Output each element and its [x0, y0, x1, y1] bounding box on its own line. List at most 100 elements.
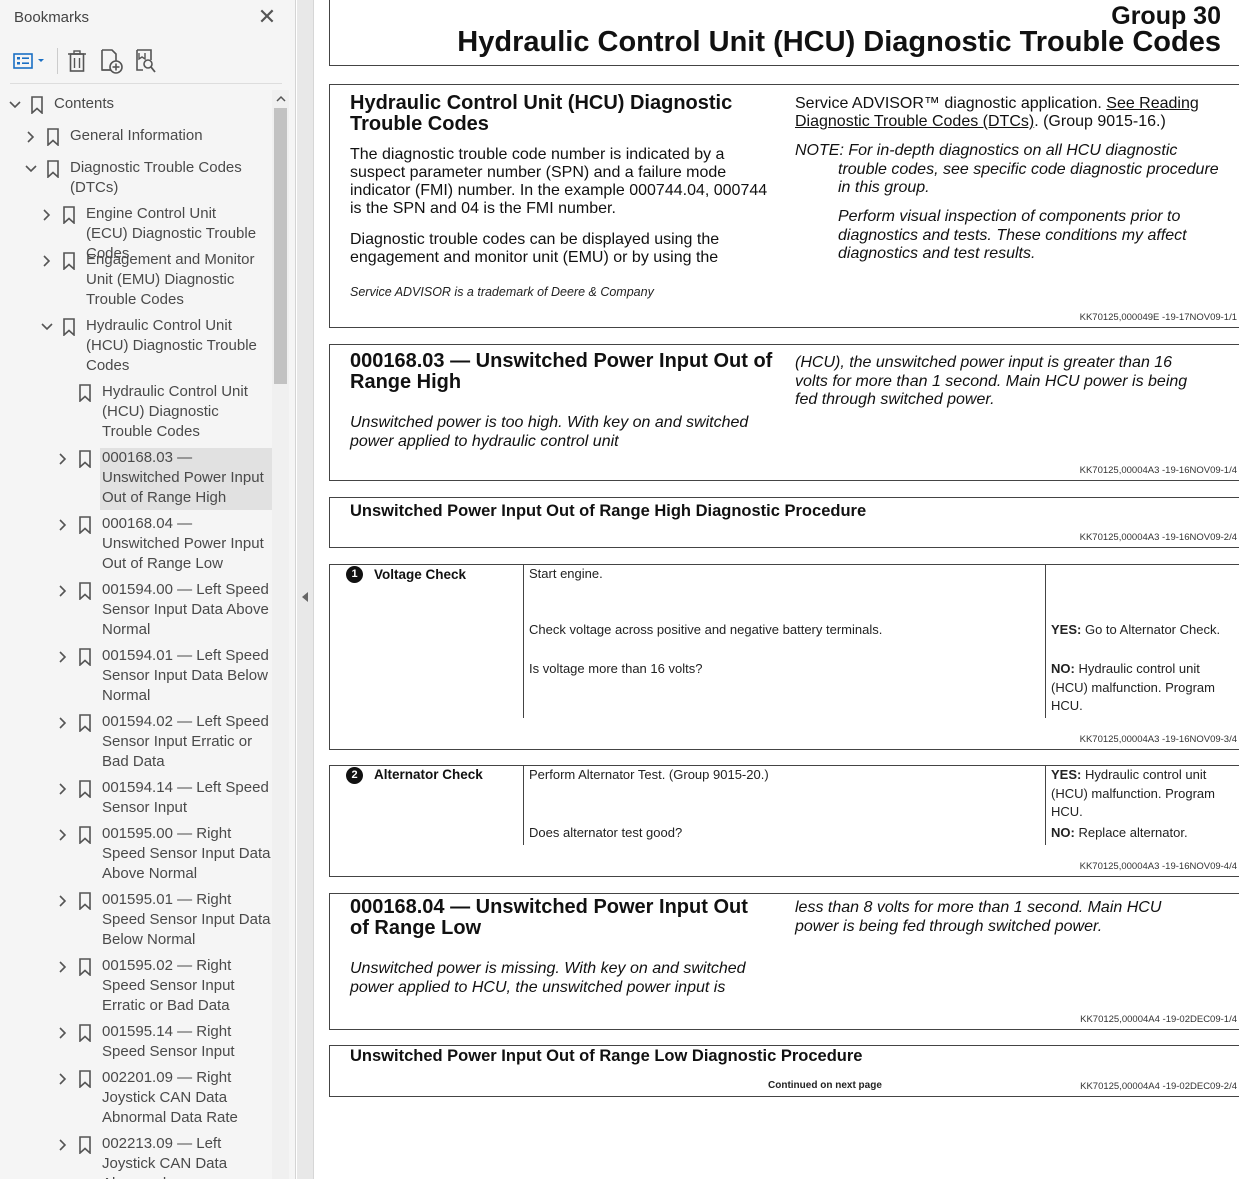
bookmark-item[interactable]: General Information [0, 126, 272, 148]
step-1-instruction-b: Check voltage across positive and negati… [529, 622, 883, 637]
bookmark-icon [79, 780, 91, 798]
page-header-box: Group 30 Hydraulic Control Unit (HCU) Di… [329, 0, 1239, 66]
chevron-down-icon[interactable] [40, 320, 54, 334]
step-1-divider-left [523, 565, 524, 718]
chevron-right-icon[interactable] [56, 828, 70, 842]
chevron-right-icon[interactable] [56, 518, 70, 532]
intro-heading: Hydraulic Control Unit (HCU) Diagnostic … [350, 92, 733, 135]
bookmark-item[interactable]: 001594.00 — Left Speed Sensor Input Data… [0, 580, 272, 642]
chevron-right-icon[interactable] [56, 782, 70, 796]
bookmark-icon [79, 958, 91, 976]
chevron-down-icon[interactable] [8, 98, 22, 112]
bookmark-icon [79, 1024, 91, 1042]
bookmark-label: 001595.00 — Right Speed Sensor Input Dat… [102, 825, 271, 882]
bookmarks-panel: Bookmarks ✕ Contents General Information… [0, 0, 296, 1179]
bookmark-label: 000168.04 — Unswitched Power Input Out o… [102, 515, 264, 572]
step-2-divider-left [523, 766, 524, 845]
bookmark-item[interactable]: 001595.00 — Right Speed Sensor Input Dat… [0, 824, 272, 886]
list-options-icon[interactable] [10, 46, 50, 76]
chevron-right-icon[interactable] [56, 960, 70, 974]
bookmark-item[interactable]: 001595.14 — Right Speed Sensor Input [0, 1022, 272, 1064]
scroll-thumb[interactable] [274, 108, 287, 384]
trash-icon[interactable] [64, 46, 90, 76]
dtc-low-heading: 000168.04 — Unswitched Power Input Out o… [350, 896, 748, 939]
chevron-down-icon[interactable] [24, 162, 38, 176]
no-label: NO: [1051, 825, 1075, 840]
chevron-right-icon[interactable] [56, 650, 70, 664]
proc-high-ref: KK70125,00004A3 -19-16NOV09-2/4 [1079, 532, 1237, 543]
bookmark-item[interactable]: Engine Control Unit (ECU) Diagnostic Tro… [0, 204, 272, 262]
bookmark-item[interactable]: 001594.14 — Left Speed Sensor Input [0, 778, 272, 820]
page-title: Hydraulic Control Unit (HCU) Diagnostic … [457, 26, 1221, 58]
step-1-question: Is voltage more than 16 volts? [529, 661, 703, 676]
bookmark-item[interactable]: 001595.01 — Right Speed Sensor Input Dat… [0, 890, 272, 952]
step-1-name: Voltage Check [374, 567, 467, 582]
step-2-yes: YES: Hydraulic control unit (HCU) malfun… [1051, 766, 1231, 822]
chevron-right-icon[interactable] [40, 254, 54, 268]
step-2-no: NO: Replace alternator. [1051, 824, 1231, 843]
bookmarks-scrollbar[interactable] [272, 90, 289, 1179]
chevron-right-icon[interactable] [56, 584, 70, 598]
step-1-yes: YES: Go to Alternator Check. [1051, 621, 1231, 640]
scroll-up-icon[interactable] [272, 90, 289, 106]
intro-para-1: The diagnostic trouble code number is in… [350, 146, 768, 217]
dtc-high-heading: 000168.03 — Unswitched Power Input Out o… [350, 350, 773, 393]
intro-section: Hydraulic Control Unit (HCU) Diagnostic … [329, 84, 1239, 328]
step-1-number: 1 [346, 566, 363, 583]
bookmark-icon [47, 128, 59, 146]
step-1-no: NO: Hydraulic control unit (HCU) malfunc… [1051, 660, 1231, 716]
bookmark-icon [79, 384, 91, 402]
chevron-right-icon[interactable] [56, 1138, 70, 1152]
bookmark-label: 001594.02 — Left Speed Sensor Input Erra… [102, 713, 269, 770]
step-2-no-text: Replace alternator. [1074, 825, 1188, 840]
chevron-right-icon[interactable] [56, 894, 70, 908]
chevron-right-icon[interactable] [56, 1026, 70, 1040]
panel-splitter[interactable] [297, 0, 314, 1179]
chevron-right-icon[interactable] [56, 1072, 70, 1086]
bookmark-item[interactable]: 002213.09 — Left Joystick CAN Data Abnor… [0, 1134, 272, 1179]
bookmark-item[interactable]: Contents [0, 94, 272, 116]
bookmark-icon [79, 648, 91, 666]
proc-high-title: Unswitched Power Input Out of Range High… [350, 502, 867, 520]
add-bookmark-icon[interactable] [97, 46, 125, 76]
dtc-low-left: Unswitched power is missing. With key on… [350, 960, 746, 996]
chevron-right-icon[interactable] [24, 130, 38, 144]
bookmark-icon [63, 318, 75, 336]
chevron-right-icon[interactable] [56, 716, 70, 730]
close-icon[interactable]: ✕ [256, 6, 278, 28]
bookmark-item[interactable]: 001594.01 — Left Speed Sensor Input Data… [0, 646, 272, 708]
chevron-right-icon[interactable] [56, 452, 70, 466]
bookmark-item[interactable]: Diagnostic Trouble Codes (DTCs) [0, 158, 272, 200]
bookmark-item[interactable]: 000168.04 — Unswitched Power Input Out o… [0, 514, 272, 576]
step-2-name: Alternator Check [374, 767, 483, 782]
proc-high-section: Unswitched Power Input Out of Range High… [329, 497, 1239, 548]
intro-note-1: NOTE: For in-depth diagnostics on all HC… [795, 142, 1219, 196]
step-2-divider-right [1045, 766, 1046, 845]
bookmark-item[interactable]: Engagement and Monitor Unit (EMU) Diagno… [0, 250, 272, 312]
bookmark-label: 001594.14 — Left Speed Sensor Input [102, 779, 269, 816]
bookmark-label: Contents [54, 95, 115, 112]
chevron-right-icon[interactable] [40, 208, 54, 222]
bookmark-item[interactable]: Hydraulic Control Unit (HCU) Diagnostic … [0, 382, 272, 444]
trademark-footnote: Service ADVISOR is a trademark of Deere … [350, 285, 654, 299]
step-1-divider-right [1045, 565, 1046, 718]
proc-low-title: Unswitched Power Input Out of Range Low … [350, 1047, 863, 1065]
intro-ref: KK70125,000049E -19-17NOV09-1/1 [1079, 312, 1237, 323]
bookmark-label: 001595.02 — Right Speed Sensor Input Err… [102, 957, 235, 1014]
bookmark-item[interactable]: 001594.02 — Left Speed Sensor Input Erra… [0, 712, 272, 774]
dtc-low-ref: KK70125,00004A4 -19-02DEC09-1/4 [1080, 1014, 1237, 1025]
bookmark-label: Hydraulic Control Unit (HCU) Diagnostic … [86, 317, 257, 374]
bookmarks-toolbar [0, 40, 295, 82]
no-label: NO: [1051, 661, 1075, 676]
bookmark-item[interactable]: 001595.02 — Right Speed Sensor Input Err… [0, 956, 272, 1018]
step-2-ref: KK70125,00004A3 -19-16NOV09-4/4 [1079, 861, 1237, 872]
step-1-ref: KK70125,00004A3 -19-16NOV09-3/4 [1079, 734, 1237, 745]
collapse-panel-icon[interactable] [301, 590, 309, 608]
bookmark-icon [79, 826, 91, 844]
bookmark-item[interactable]: Hydraulic Control Unit (HCU) Diagnostic … [0, 316, 272, 378]
dtc-low-section: 000168.04 — Unswitched Power Input Out o… [329, 893, 1239, 1030]
bookmark-item[interactable]: 000168.03 — Unswitched Power Input Out o… [0, 448, 272, 510]
bookmark-item[interactable]: 002201.09 — Right Joystick CAN Data Abno… [0, 1068, 272, 1130]
toolbar-divider [10, 83, 282, 84]
find-bookmark-icon[interactable] [132, 46, 160, 76]
